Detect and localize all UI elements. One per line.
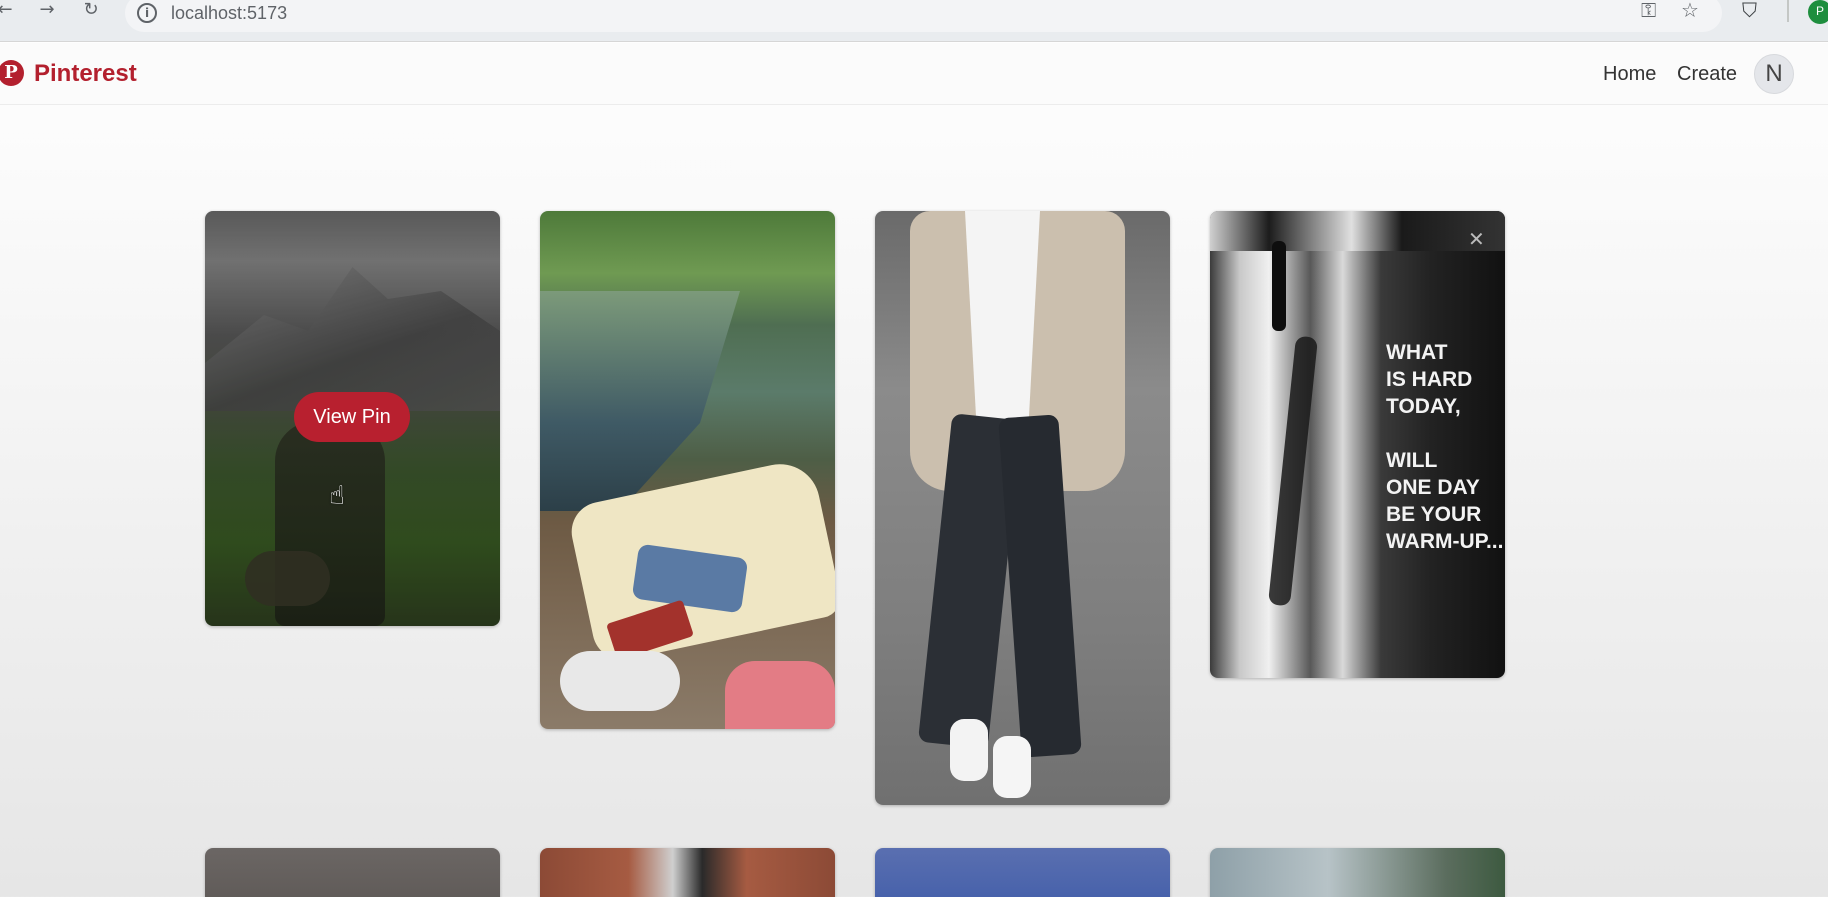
- pin-card-picnic[interactable]: [540, 211, 835, 729]
- view-pin-button[interactable]: View Pin: [294, 392, 410, 442]
- white-sneakers: [560, 651, 680, 711]
- extensions-icon[interactable]: ⛉: [1742, 0, 1766, 22]
- dancer-shadow: [1267, 335, 1319, 607]
- app-header: P Pinterest Home Create N: [0, 43, 1828, 105]
- forward-icon[interactable]: →: [34, 0, 60, 24]
- light-band: [1210, 211, 1505, 251]
- browser-profile-icon[interactable]: P: [1808, 0, 1828, 24]
- nav-create-link[interactable]: Create: [1677, 63, 1737, 86]
- nav-home-link[interactable]: Home: [1603, 63, 1656, 86]
- sneaker-right: [993, 736, 1031, 798]
- browser-toolbar: ← → ↻ i localhost:5173 ⚿ ☆ ⛉ P: [0, 0, 1828, 42]
- back-icon[interactable]: ←: [0, 0, 18, 24]
- pin-card-fashion[interactable]: [875, 211, 1170, 805]
- logo-text[interactable]: Pinterest: [34, 60, 137, 88]
- pink-bag: [725, 661, 835, 729]
- reload-icon[interactable]: ↻: [78, 0, 104, 24]
- white-shirt: [965, 211, 1040, 421]
- bookmark-star-icon[interactable]: ☆: [1681, 0, 1699, 22]
- pinterest-logo-icon[interactable]: P: [0, 60, 24, 86]
- password-key-icon[interactable]: ⚿: [1641, 0, 1656, 22]
- pin-quote-text: WHAT IS HARD TODAY, WILL ONE DAY BE YOUR…: [1386, 341, 1504, 553]
- user-avatar[interactable]: N: [1754, 54, 1794, 94]
- dancer-silhouette: [1272, 241, 1286, 331]
- site-info-icon[interactable]: i: [137, 3, 157, 23]
- pin-card-quote[interactable]: ✕ WHAT IS HARD TODAY, WILL ONE DAY BE YO…: [1210, 211, 1505, 678]
- pin-card-row2-1[interactable]: [205, 848, 500, 897]
- pin-card-row2-3[interactable]: [875, 848, 1170, 897]
- sneaker-left: [950, 719, 988, 781]
- toolbar-divider: [1787, 0, 1789, 22]
- pin-card-row2-2[interactable]: [540, 848, 835, 897]
- close-icon[interactable]: ✕: [1468, 227, 1485, 251]
- pin-card-row2-4[interactable]: [1210, 848, 1505, 897]
- pin-card-hiker[interactable]: View Pin ☝: [205, 211, 500, 626]
- address-bar[interactable]: i localhost:5173 ⚿ ☆: [125, 0, 1722, 32]
- address-url[interactable]: localhost:5173: [171, 3, 287, 24]
- hand-cursor-icon: ☝: [329, 481, 345, 511]
